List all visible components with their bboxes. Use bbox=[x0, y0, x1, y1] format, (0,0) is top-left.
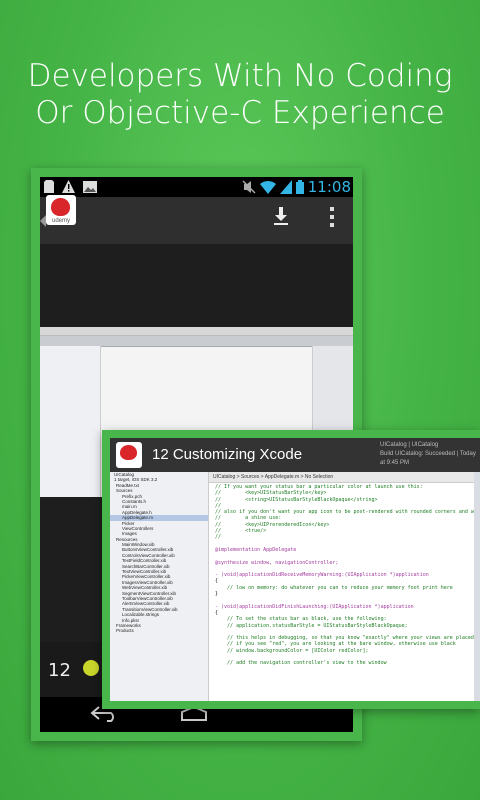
download-icon[interactable] bbox=[274, 207, 288, 225]
battery-icon bbox=[295, 180, 304, 194]
headline-line-2: Or Objective-C Experience bbox=[35, 95, 445, 131]
code-line[interactable]: // low on memory: do whatever you can to… bbox=[215, 585, 474, 591]
code-line[interactable]: // if you see "red", you are looking at … bbox=[215, 641, 474, 647]
code-line[interactable]: // add the navigation controller's view … bbox=[215, 660, 474, 666]
xcode-tabs: UICatalog | UICatalog Build UICatalog: S… bbox=[380, 441, 480, 468]
signal-icon bbox=[279, 180, 292, 194]
xcode-tab: Build UICatalog: Succeeded | Today at 9:… bbox=[380, 451, 476, 466]
udemy-logo[interactable] bbox=[116, 442, 142, 468]
jump-bar: UICatalog > Sources > AppDelegate.m > No… bbox=[209, 472, 474, 483]
status-time: 11:08 bbox=[307, 178, 351, 196]
code-area: // If you want your status bar a particu… bbox=[209, 483, 480, 667]
xcode-menu-bar bbox=[40, 327, 353, 336]
udemy-logo-mark bbox=[120, 445, 137, 460]
image-icon bbox=[83, 181, 97, 193]
headline-line-1: Developers With No Coding bbox=[27, 58, 453, 94]
tablet-frame: 12 Customizing Xcode UICatalog | UICatal… bbox=[102, 430, 480, 709]
wifi-icon bbox=[259, 180, 276, 194]
xcode-tab: UICatalog | UICatalog bbox=[380, 442, 439, 448]
status-bar: 11:08 bbox=[40, 177, 353, 197]
warning-icon bbox=[62, 180, 75, 193]
system-icons: 11:08 bbox=[242, 178, 351, 196]
xcode-navigator bbox=[40, 346, 101, 497]
progress-knob[interactable] bbox=[83, 660, 99, 676]
headline: Developers With No Coding Or Objective-C… bbox=[0, 58, 480, 132]
file-item[interactable]: Products bbox=[110, 628, 208, 633]
mute-icon bbox=[242, 180, 256, 194]
udemy-logo-mark bbox=[51, 198, 70, 216]
code-editor: UICatalog > Sources > AppDelegate.m > No… bbox=[209, 472, 480, 701]
chapter-number: 12 bbox=[48, 660, 71, 681]
tablet-screen: 12 Customizing Xcode UICatalog | UICatal… bbox=[110, 438, 480, 701]
lecture-title: 12 Customizing Xcode bbox=[152, 446, 303, 463]
udemy-logo[interactable]: udemy bbox=[46, 195, 76, 225]
udemy-logo-text: udemy bbox=[51, 218, 70, 224]
sd-card-icon bbox=[44, 180, 54, 193]
overflow-menu-icon[interactable] bbox=[330, 207, 334, 231]
tablet-title-bar: 12 Customizing Xcode UICatalog | UICatal… bbox=[110, 438, 480, 472]
project-navigator: UICatalog 1 target, iOS SDK 3.2 ReadMe.txt… bbox=[110, 472, 209, 701]
app-bar bbox=[40, 197, 353, 244]
inspector-strip bbox=[474, 472, 480, 701]
notification-icons bbox=[44, 180, 97, 193]
